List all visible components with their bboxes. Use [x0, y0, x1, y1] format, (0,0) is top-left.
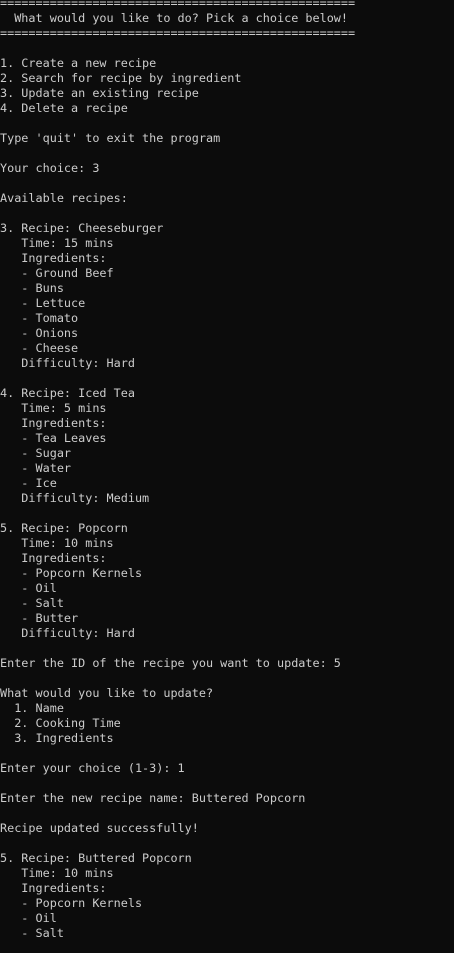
console-line: - Salt: [0, 926, 64, 940]
console-line: - Tomato: [0, 311, 79, 325]
console-line: Ingredients:: [0, 251, 107, 265]
console-line: 1. Name: [0, 701, 64, 715]
console-line: - Salt: [0, 596, 64, 610]
console-line: Enter the ID of the recipe you want to u…: [0, 656, 341, 670]
console-line: Difficulty: Hard: [0, 356, 135, 370]
console-line: Time: 5 mins: [0, 401, 107, 415]
console-line: 5. Recipe: Buttered Popcorn: [0, 851, 192, 865]
console-line: Time: 15 mins: [0, 236, 114, 250]
console-line: What would you like to do? Pick a choice…: [0, 11, 349, 25]
console-line: 4. Recipe: Iced Tea: [0, 386, 135, 400]
console-line: Enter your choice (1-3): 1: [0, 761, 185, 775]
console-line: 5. Recipe: Popcorn: [0, 521, 128, 535]
console-line: Ingredients:: [0, 881, 107, 895]
console-line: Your choice: 3: [0, 161, 100, 175]
console-line: - Onions: [0, 326, 79, 340]
console-line: Time: 10 mins: [0, 866, 114, 880]
console-line: Ingredients:: [0, 551, 107, 565]
console-line: ========================================…: [0, 26, 356, 40]
console-line: 2. Search for recipe by ingredient: [0, 71, 242, 85]
console-line: - Popcorn Kernels: [0, 566, 143, 580]
console-line: 2. Cooking Time: [0, 716, 121, 730]
console-line: What would you like to update?: [0, 686, 214, 700]
console-line: - Ground Beef: [0, 266, 114, 280]
console-line: Ingredients:: [0, 416, 107, 430]
console-line: - Butter: [0, 611, 79, 625]
console-line: 3. Update an existing recipe: [0, 86, 199, 100]
console-line: - Popcorn Kernels: [0, 896, 143, 910]
console-line: ========================================…: [0, 0, 356, 10]
console-line: Enter the new recipe name: Buttered Popc…: [0, 791, 306, 805]
console-line: - Ice: [0, 476, 57, 490]
console-line: 3. Ingredients: [0, 731, 114, 745]
console-line: - Oil: [0, 581, 57, 595]
console-line: Recipe updated successfully!: [0, 821, 199, 835]
console-line: - Water: [0, 461, 72, 475]
console-line: - Buns: [0, 281, 64, 295]
console-line: 3. Recipe: Cheeseburger: [0, 221, 164, 235]
console-line: 4. Delete a recipe: [0, 101, 128, 115]
console-output[interactable]: ========================================…: [0, 0, 454, 953]
console-line: Time: 10 mins: [0, 536, 114, 550]
console-line: Difficulty: Hard: [0, 626, 135, 640]
console-line: - Cheese: [0, 341, 79, 355]
console-line: Type 'quit' to exit the program: [0, 131, 221, 145]
console-line: Difficulty: Medium: [0, 491, 150, 505]
console-line: Available recipes:: [0, 191, 128, 205]
console-line: - Sugar: [0, 446, 72, 460]
console-line: 1. Create a new recipe: [0, 56, 157, 70]
console-line: - Lettuce: [0, 296, 86, 310]
console-line: - Tea Leaves: [0, 431, 107, 445]
console-line: - Oil: [0, 911, 57, 925]
